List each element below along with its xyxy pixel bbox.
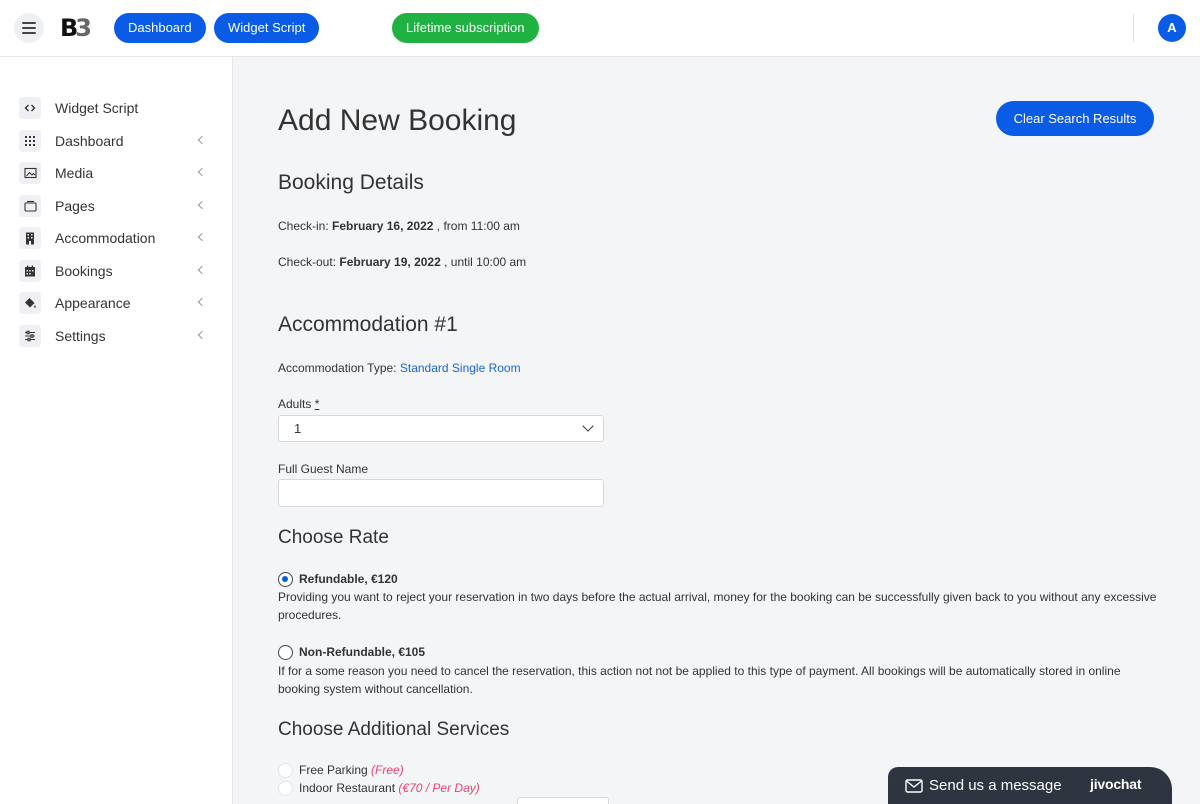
adults-select[interactable]: 1	[278, 415, 604, 442]
chevron-left-icon	[197, 330, 207, 339]
checkin-line: Check-in: February 16, 2022 , from 11:00…	[278, 219, 520, 233]
accommodation-type-line: Accommodation Type: Standard Single Room	[278, 361, 521, 375]
topbar-divider	[1133, 14, 1134, 42]
booking-details-heading: Booking Details	[278, 171, 424, 194]
adults-label: Adults	[278, 397, 312, 411]
clear-search-results-button[interactable]: Clear Search Results	[996, 101, 1154, 136]
sidebar-item-label: Settings	[55, 327, 106, 344]
chevron-left-icon	[197, 200, 207, 209]
additional-services-heading: Choose Additional Services	[278, 719, 510, 740]
jivochat-logo: jivochat	[1090, 776, 1142, 792]
lifetime-subscription-badge[interactable]: Lifetime subscription	[392, 13, 539, 43]
sidebar-item-bookings[interactable]: Bookings	[0, 255, 232, 288]
service-restaurant-checkbox[interactable]	[278, 781, 293, 796]
chevron-left-icon	[197, 232, 207, 242]
main-content: Add New Booking Clear Search Results Boo…	[233, 57, 1200, 804]
guest-name-label: Full Guest Name	[278, 462, 369, 476]
guest-name-input[interactable]	[278, 479, 604, 507]
rate-nonrefundable-label[interactable]: Non-Refundable, €105	[299, 645, 425, 659]
widget-script-button[interactable]: Widget Script	[214, 13, 320, 43]
sidebar-item-dashboard[interactable]: Dashboard	[0, 125, 232, 158]
logo[interactable]: B3	[60, 14, 92, 42]
checkin-label: Check-in:	[278, 219, 329, 233]
rate-nonrefundable-description: If for a some reason you need to cancel …	[278, 664, 1121, 696]
sidebar-item-label: Dashboard	[55, 132, 124, 149]
choose-rate-heading: Choose Rate	[278, 527, 389, 548]
checkout-line: Check-out: February 19, 2022 , until 10:…	[278, 255, 526, 269]
sidebar-item-label: Pages	[55, 197, 95, 214]
chat-widget[interactable]: Send us a message jivochat	[888, 767, 1172, 804]
sidebar-nav: Widget Script Dashboard Media Pages Acco…	[0, 92, 232, 352]
sidebar-item-label: Media	[55, 165, 94, 182]
service-parking-label[interactable]: Free Parking (Free)	[299, 763, 404, 777]
sidebar-item-label: Bookings	[55, 262, 113, 279]
sidebar-item-media[interactable]: Media	[0, 157, 232, 190]
sidebar-item-settings[interactable]: Settings	[0, 320, 232, 353]
checkout-time: , until 10:00 am	[444, 255, 527, 269]
paint-bucket-icon	[19, 292, 41, 315]
checkout-label: Check-out:	[278, 255, 337, 269]
checkin-date: February 16, 2022	[332, 219, 434, 233]
avatar[interactable]: A	[1158, 14, 1186, 42]
rate-refundable-radio[interactable]	[278, 572, 293, 587]
sidebar-item-label: Appearance	[55, 295, 131, 312]
adults-label-wrap: Adults *	[278, 397, 319, 411]
page-title: Add New Booking	[278, 104, 517, 137]
top-bar: B3 Dashboard Widget Script Lifetime subs…	[0, 0, 1200, 57]
accommodation-heading: Accommodation #1	[278, 313, 458, 336]
building-icon	[19, 227, 41, 250]
rate-nonrefundable-radio[interactable]	[278, 645, 293, 660]
sidebar-item-accommodation[interactable]: Accommodation	[0, 222, 232, 255]
calendar-icon	[19, 259, 41, 282]
chevron-left-icon	[197, 265, 207, 274]
service-parking-price: (Free)	[371, 763, 404, 777]
grid-icon	[19, 129, 41, 152]
chevron-left-icon	[197, 135, 207, 144]
sliders-icon	[19, 324, 41, 347]
service-restaurant-name: Indoor Restaurant	[299, 781, 396, 795]
sidebar: Widget Script Dashboard Media Pages Acco…	[0, 57, 233, 804]
hamburger-menu-icon[interactable]	[14, 13, 44, 43]
sidebar-item-widget-script[interactable]: Widget Script	[0, 92, 232, 125]
service-restaurant-price: (€70 / Per Day)	[398, 781, 480, 795]
chevron-left-icon	[197, 167, 207, 177]
sidebar-item-label: Accommodation	[55, 230, 156, 247]
checkin-time: , from 11:00 am	[436, 219, 520, 233]
adults-select-value: 1	[294, 421, 302, 436]
pages-icon	[19, 194, 41, 217]
checkout-date: February 19, 2022	[339, 255, 441, 269]
service-quantity-input[interactable]	[517, 797, 609, 804]
dashboard-button[interactable]: Dashboard	[114, 13, 206, 43]
envelope-icon	[905, 779, 923, 798]
chevron-left-icon	[197, 297, 207, 307]
service-parking-name: Free Parking	[299, 763, 368, 777]
rate-refundable-label[interactable]: Refundable, €120	[299, 572, 398, 586]
rate-refundable-description: Providing you want to reject your reserv…	[278, 590, 1157, 622]
service-parking-checkbox[interactable]	[278, 763, 293, 778]
required-marker: *	[314, 397, 320, 411]
chat-prompt: Send us a message	[929, 777, 1062, 794]
sidebar-item-appearance[interactable]: Appearance	[0, 287, 232, 320]
accommodation-type-label: Accommodation Type:	[278, 361, 397, 375]
accommodation-type-link[interactable]: Standard Single Room	[400, 361, 521, 375]
code-icon	[19, 97, 41, 120]
sidebar-item-label: Widget Script	[55, 100, 139, 117]
service-restaurant-label[interactable]: Indoor Restaurant (€70 / Per Day)	[299, 781, 480, 795]
image-icon	[19, 162, 41, 185]
sidebar-item-pages[interactable]: Pages	[0, 190, 232, 223]
chevron-down-icon	[582, 420, 594, 432]
